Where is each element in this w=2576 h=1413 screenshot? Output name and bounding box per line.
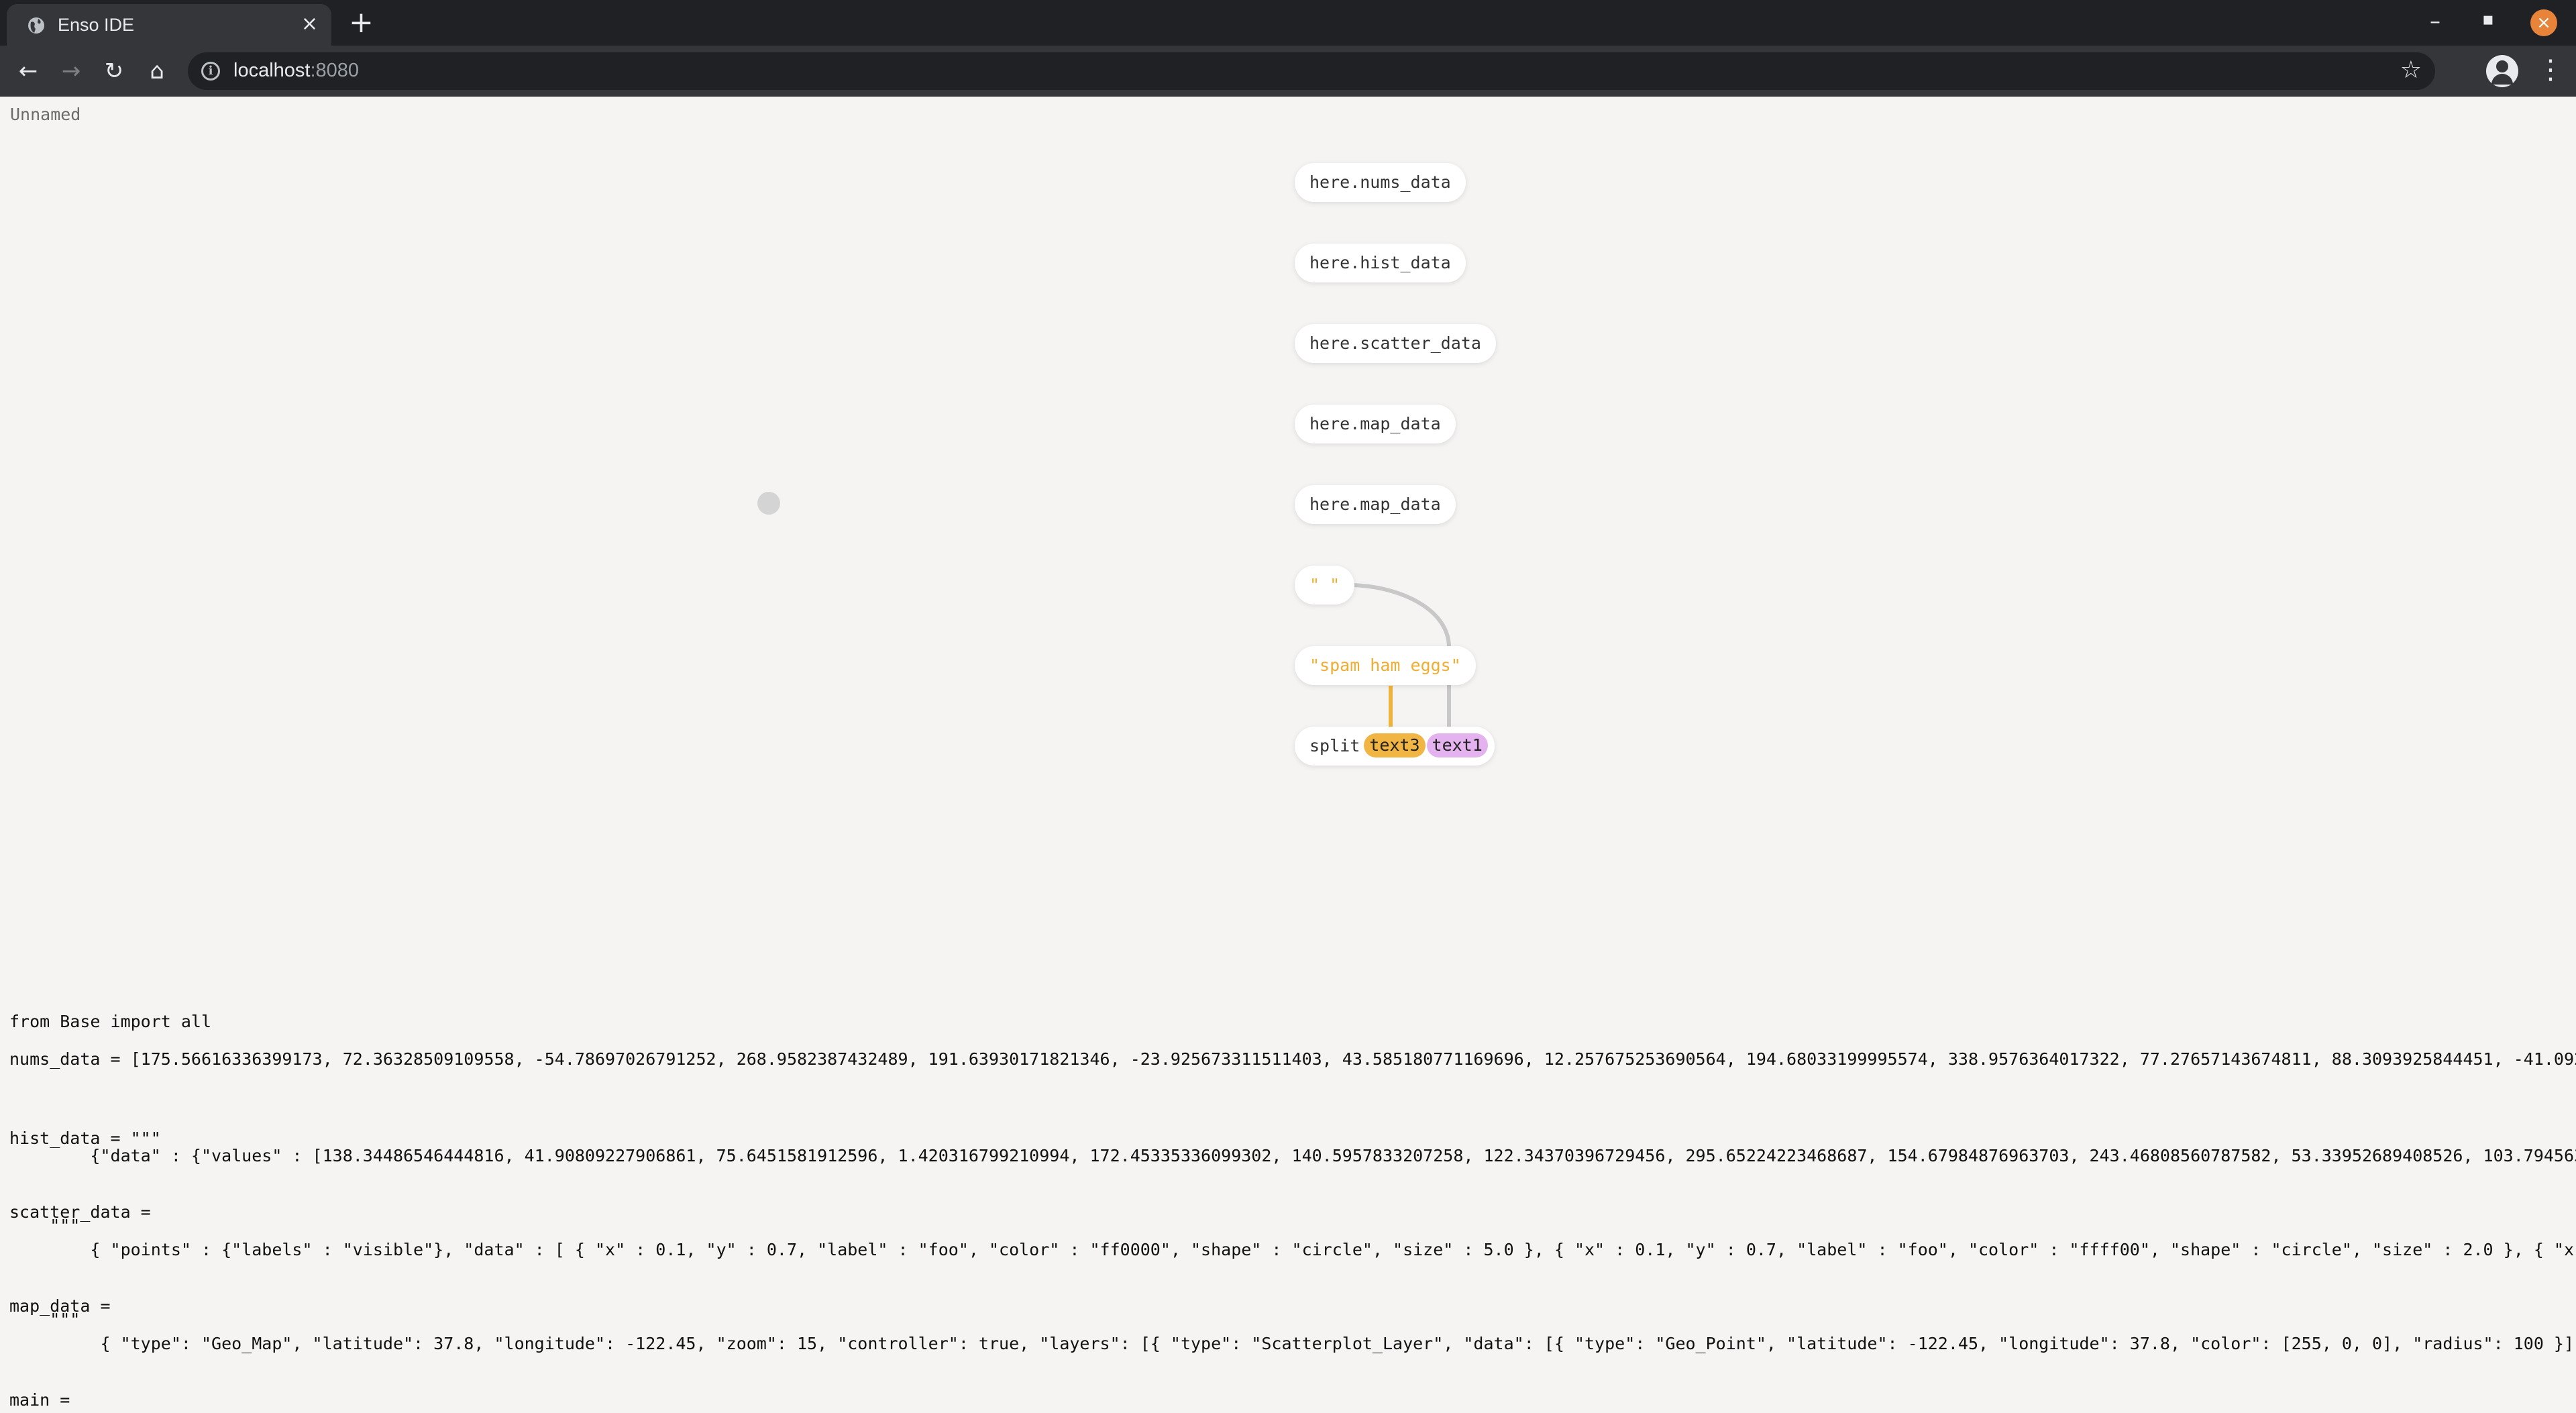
browser-tab[interactable]: Enso IDE ×	[7, 4, 331, 46]
browser-toolbar: ← → ↻ ⌂ i localhost:8080 ☆ ⋮	[0, 46, 2576, 97]
code-line: { "type": "Geo_Map", "latitude": 37.8, "…	[9, 1334, 2576, 1353]
code-line: """	[9, 1216, 80, 1235]
node-label: here.map_data	[1309, 414, 1441, 433]
code-editor[interactable]: from Base import all nums_data = [175.56…	[9, 1012, 2576, 1413]
code-line: { "points" : {"labels" : "visible"}, "da…	[9, 1240, 2576, 1259]
forward-button[interactable]: →	[54, 54, 89, 89]
tab-close-icon[interactable]: ×	[301, 12, 318, 36]
home-button[interactable]: ⌂	[140, 54, 174, 89]
node-label: here.map_data	[1309, 494, 1441, 514]
cursor-dot	[757, 492, 780, 515]
maximize-button[interactable]: ▪	[2482, 9, 2494, 30]
node-scatter-data[interactable]: here.scatter_data	[1295, 324, 1496, 363]
info-icon[interactable]: i	[201, 62, 220, 81]
node-split[interactable]: split text3 text1	[1295, 727, 1495, 766]
node-label: here.hist_data	[1309, 253, 1451, 272]
reload-button[interactable]: ↻	[97, 54, 131, 89]
port-text3[interactable]: text3	[1364, 733, 1426, 757]
minimize-button[interactable]: –	[2430, 8, 2440, 34]
node-spam-ham-eggs[interactable]: "spam ham eggs"	[1295, 646, 1476, 685]
node-label: "spam ham eggs"	[1309, 656, 1461, 675]
url-text: localhost:8080	[233, 60, 360, 81]
node-space-string[interactable]: " "	[1295, 566, 1355, 605]
profile-avatar[interactable]	[2486, 55, 2518, 87]
bookmark-star-icon[interactable]: ☆	[2400, 56, 2422, 84]
node-map-data-1[interactable]: here.map_data	[1295, 405, 1456, 443]
globe-icon	[28, 17, 44, 34]
project-name[interactable]: Unnamed	[10, 105, 80, 124]
port-text1[interactable]: text1	[1426, 733, 1488, 757]
code-line: hist_data = """	[9, 1129, 161, 1148]
browser-tab-strip: Enso IDE × + – ▪ ×	[0, 0, 2576, 46]
new-tab-button[interactable]: +	[349, 5, 374, 40]
node-hist-data[interactable]: here.hist_data	[1295, 244, 1466, 282]
node-map-data-2[interactable]: here.map_data	[1295, 485, 1456, 524]
node-label: here.nums_data	[1309, 172, 1451, 192]
code-line: main =	[9, 1390, 70, 1410]
window-close-button[interactable]: ×	[2530, 9, 2557, 36]
node-nums-data[interactable]: here.nums_data	[1295, 163, 1466, 202]
tab-title: Enso IDE	[58, 15, 135, 35]
code-line: from Base import all	[9, 1012, 212, 1031]
address-bar[interactable]: i localhost:8080 ☆	[188, 52, 2435, 90]
code-line: {"data" : {"values" : [138.3448654644481…	[9, 1146, 2576, 1165]
node-label: " "	[1309, 575, 1340, 594]
back-button[interactable]: ←	[11, 54, 46, 89]
code-line: nums_data = [175.56616336399173, 72.3632…	[9, 1049, 2576, 1069]
browser-menu-icon[interactable]: ⋮	[2537, 55, 2564, 85]
node-label: here.scatter_data	[1309, 333, 1481, 353]
node-label: split	[1309, 736, 1360, 755]
code-line: """	[9, 1310, 80, 1329]
